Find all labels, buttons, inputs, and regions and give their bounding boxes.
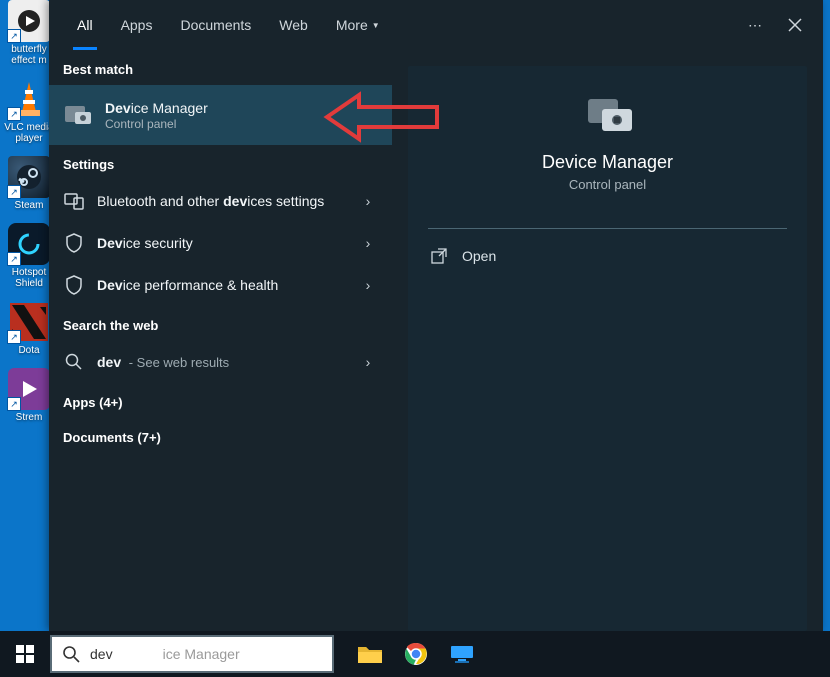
desktop-icon[interactable]: ↗ Strem <box>4 368 54 423</box>
result-web-search[interactable]: dev - See web results › <box>49 341 392 383</box>
result-title: Device Manager <box>105 100 378 116</box>
taskbar: device Manager <box>0 631 830 677</box>
result-title: Device security <box>97 235 346 251</box>
result-device-manager[interactable]: Device Manager Control panel <box>49 85 392 145</box>
section-settings: Settings <box>49 145 392 180</box>
tab-more-label: More <box>336 17 368 33</box>
result-device-performance[interactable]: Device performance & health › <box>49 264 392 306</box>
chrome-icon <box>404 642 428 666</box>
preview-action-label: Open <box>462 248 496 264</box>
result-title: Device performance & health <box>97 277 346 293</box>
taskbar-pinned-apps <box>356 640 476 668</box>
preview-subtitle: Control panel <box>569 177 646 192</box>
taskbar-app-file-explorer[interactable] <box>356 640 384 668</box>
result-title: dev - See web results <box>97 354 346 370</box>
result-subtitle: Control panel <box>105 117 378 131</box>
folder-icon <box>357 643 383 665</box>
tab-apps[interactable]: Apps <box>107 0 167 50</box>
taskbar-app-generic[interactable] <box>448 640 476 668</box>
shortcut-badge: ↗ <box>7 107 21 121</box>
shield-icon <box>65 275 83 295</box>
chevron-right-icon: › <box>358 354 378 370</box>
desktop-icon[interactable]: ↗ VLC media player <box>4 78 54 144</box>
desktop-icon[interactable]: ↗ Dota <box>4 301 54 356</box>
desktop-icon-label: Steam <box>4 200 54 211</box>
desktop-icon-label: butterfly effect m <box>4 44 54 66</box>
device-manager-icon <box>63 102 93 128</box>
start-search-flyout: All Apps Documents Web More ▼ ⋯ Best matc… <box>49 0 823 631</box>
tab-web[interactable]: Web <box>265 0 322 50</box>
desktop-icon[interactable]: ↗ Hotspot Shield <box>4 223 54 289</box>
shield-icon <box>65 233 83 253</box>
start-button[interactable] <box>0 631 50 677</box>
chevron-right-icon: › <box>358 193 378 209</box>
tab-more[interactable]: More ▼ <box>322 0 394 50</box>
close-icon <box>788 18 802 32</box>
preview-action-open[interactable]: Open <box>408 233 807 279</box>
search-tabbar: All Apps Documents Web More ▼ ⋯ <box>49 0 823 50</box>
devices-icon <box>64 192 84 210</box>
search-results-column: Best match Device Manager Control panel … <box>49 50 392 631</box>
desktop-icon-label: VLC media player <box>4 122 54 144</box>
search-preview-column: Device Manager Control panel Open <box>392 50 823 631</box>
desktop-icon-label: Hotspot Shield <box>4 267 54 289</box>
desktop-icon-label: Strem <box>4 412 54 423</box>
divider <box>428 228 787 229</box>
windows-logo-icon <box>16 645 34 663</box>
open-icon <box>430 247 448 265</box>
desktop-icons-column: ↗ butterfly effect m ↗ VLC media player … <box>4 0 50 435</box>
taskbar-search-box[interactable]: device Manager <box>50 635 334 673</box>
desktop-icon-label: Dota <box>4 345 54 356</box>
play-icon <box>19 379 39 399</box>
shortcut-badge: ↗ <box>7 397 21 411</box>
chevron-right-icon: › <box>358 277 378 293</box>
shortcut-badge: ↗ <box>7 185 21 199</box>
shortcut-badge: ↗ <box>7 252 21 266</box>
monitor-icon <box>449 644 475 664</box>
desktop-icon[interactable]: ↗ butterfly effect m <box>4 0 54 66</box>
shortcut-badge: ↗ <box>7 330 21 344</box>
result-device-security[interactable]: Device security › <box>49 222 392 264</box>
section-search-web: Search the web <box>49 306 392 341</box>
close-button[interactable] <box>775 5 815 45</box>
preview-card: Device Manager Control panel Open <box>408 66 807 631</box>
taskbar-app-chrome[interactable] <box>402 640 430 668</box>
search-icon <box>65 353 83 371</box>
device-manager-icon <box>584 94 632 136</box>
result-title: Bluetooth and other devices settings <box>97 193 346 209</box>
chevron-down-icon: ▼ <box>372 21 380 30</box>
preview-title: Device Manager <box>542 152 673 173</box>
section-documents[interactable]: Documents (7+) <box>49 418 392 453</box>
tab-all[interactable]: All <box>63 0 107 50</box>
shortcut-badge: ↗ <box>7 29 21 43</box>
tab-documents[interactable]: Documents <box>166 0 265 50</box>
section-apps[interactable]: Apps (4+) <box>49 383 392 418</box>
section-best-match: Best match <box>49 50 392 85</box>
search-icon <box>62 645 80 663</box>
more-options-button[interactable]: ⋯ <box>735 5 775 45</box>
desktop-icon[interactable]: ↗ Steam <box>4 156 54 211</box>
search-input[interactable] <box>88 645 322 663</box>
result-bluetooth-settings[interactable]: Bluetooth and other devices settings › <box>49 180 392 222</box>
chevron-right-icon: › <box>358 235 378 251</box>
